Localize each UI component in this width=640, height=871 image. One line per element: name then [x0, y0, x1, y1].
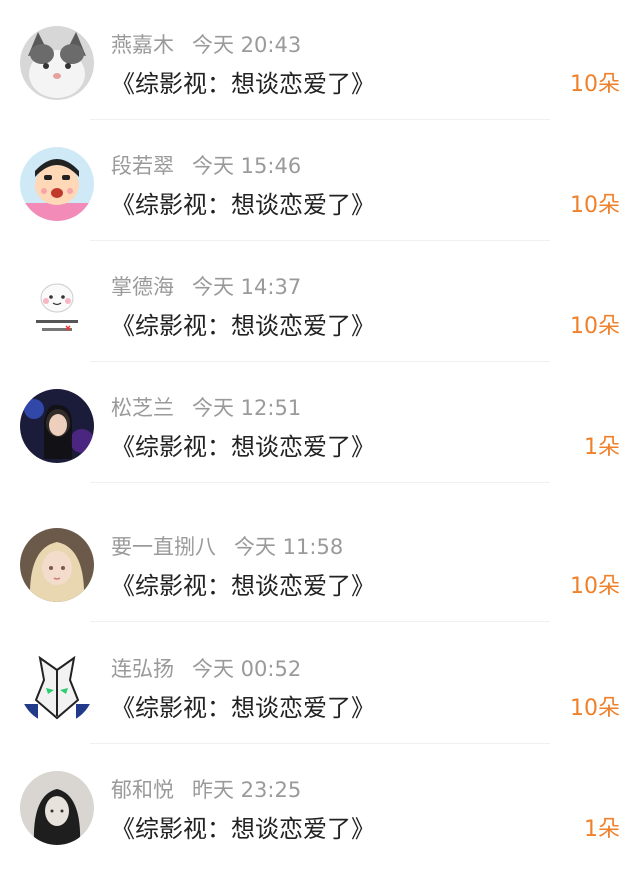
user-name[interactable]: 段若翠	[111, 154, 174, 178]
divider	[90, 361, 550, 362]
user-name[interactable]: 连弘扬	[111, 657, 174, 681]
gift-count: 10朵	[570, 696, 620, 721]
user-name[interactable]: 松芝兰	[111, 396, 174, 420]
comment-time: 今天 20:43	[192, 33, 302, 57]
comment-content: 《综影视：想谈恋爱了》	[111, 572, 375, 600]
comment-time: 今天 15:46	[192, 154, 302, 178]
gift-count: 1朵	[584, 817, 620, 842]
comment-content: 《综影视：想谈恋爱了》	[111, 312, 375, 340]
comment-meta: 松芝兰 今天 12:51	[111, 393, 301, 423]
bw-girl-avatar-icon[interactable]	[20, 771, 94, 845]
comment-time: 昨天 23:25	[192, 778, 302, 802]
comment-time: 今天 14:37	[192, 275, 302, 299]
comment-content: 《综影视：想谈恋爱了》	[111, 70, 375, 98]
list-item[interactable]: 连弘扬 今天 00:52 《综影视：想谈恋爱了》 10朵	[0, 624, 640, 744]
divider	[90, 621, 550, 622]
robot-avatar-icon[interactable]	[20, 650, 94, 724]
comment-meta: 燕嘉木 今天 20:43	[111, 30, 301, 60]
user-name[interactable]: 要一直捌八	[111, 535, 216, 559]
comment-list: 燕嘉木 今天 20:43 《综影视：想谈恋爱了》 10朵 段若翠 今天 15:46 …	[0, 0, 640, 871]
comment-content: 《综影视：想谈恋爱了》	[111, 815, 375, 843]
cartoon-figure-avatar-icon[interactable]	[20, 268, 94, 342]
gift-count: 1朵	[584, 435, 620, 460]
divider	[90, 240, 550, 241]
user-name[interactable]: 掌德海	[111, 275, 174, 299]
user-name[interactable]: 燕嘉木	[111, 33, 174, 57]
comment-content: 《综影视：想谈恋爱了》	[111, 433, 375, 461]
comment-meta: 掌德海 今天 14:37	[111, 272, 301, 302]
girl-photo-avatar-icon[interactable]	[20, 389, 94, 463]
comment-content: 《综影视：想谈恋爱了》	[111, 694, 375, 722]
list-item[interactable]: 松芝兰 今天 12:51 《综影视：想谈恋爱了》 1朵	[0, 363, 640, 483]
gift-count: 10朵	[570, 193, 620, 218]
comment-meta: 郁和悦 昨天 23:25	[111, 775, 301, 805]
comment-meta: 连弘扬 今天 00:52	[111, 654, 301, 684]
comment-time: 今天 11:58	[234, 535, 344, 559]
cat-avatar-icon[interactable]	[20, 26, 94, 100]
list-item[interactable]: 掌德海 今天 14:37 《综影视：想谈恋爱了》 10朵	[0, 242, 640, 362]
comment-time: 今天 00:52	[192, 657, 302, 681]
comment-content: 《综影视：想谈恋爱了》	[111, 191, 375, 219]
divider	[90, 743, 550, 744]
gift-count: 10朵	[570, 574, 620, 599]
list-item[interactable]: 要一直捌八 今天 11:58 《综影视：想谈恋爱了》 10朵	[0, 502, 640, 622]
anime-girl-avatar-icon[interactable]	[20, 528, 94, 602]
comment-meta: 要一直捌八 今天 11:58	[111, 532, 343, 562]
comment-time: 今天 12:51	[192, 396, 302, 420]
user-name[interactable]: 郁和悦	[111, 778, 174, 802]
divider	[90, 482, 550, 483]
list-item[interactable]: 燕嘉木 今天 20:43 《综影视：想谈恋爱了》 10朵	[0, 0, 640, 120]
crayon-shin-avatar-icon[interactable]	[20, 147, 94, 221]
comment-meta: 段若翠 今天 15:46	[111, 151, 301, 181]
list-item[interactable]: 郁和悦 昨天 23:25 《综影视：想谈恋爱了》 1朵	[0, 745, 640, 865]
list-item[interactable]: 段若翠 今天 15:46 《综影视：想谈恋爱了》 10朵	[0, 121, 640, 241]
gift-count: 10朵	[570, 314, 620, 339]
divider	[90, 119, 550, 120]
gift-count: 10朵	[570, 72, 620, 97]
